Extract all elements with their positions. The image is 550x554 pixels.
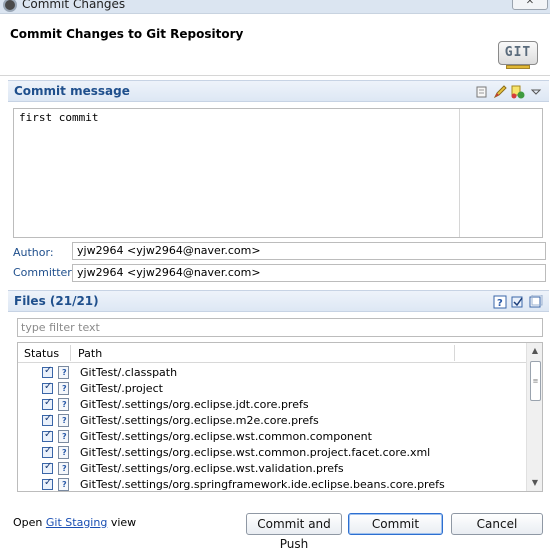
- deselect-all-icon[interactable]: [529, 294, 543, 309]
- open-prefix: Open: [13, 516, 43, 529]
- table-row[interactable]: GitTest/.settings/org.springframework.id…: [18, 477, 526, 491]
- open-staging-text: Open Git Staging view: [13, 516, 136, 529]
- eclipse-app-icon: [3, 0, 17, 12]
- untracked-file-icon: [58, 414, 69, 427]
- untracked-file-icon: [58, 398, 69, 411]
- file-path: GitTest/.settings/org.eclipse.wst.common…: [80, 446, 431, 459]
- table-row[interactable]: GitTest/.settings/org.eclipse.wst.common…: [18, 445, 526, 461]
- file-path: GitTest/.settings/org.eclipse.m2e.core.p…: [80, 414, 319, 427]
- file-checkbox[interactable]: [42, 365, 53, 378]
- untracked-file-icon: [58, 430, 69, 443]
- untracked-file-icon: [58, 446, 69, 459]
- file-path: GitTest/.settings/org.eclipse.wst.valida…: [80, 462, 344, 475]
- edit-icon[interactable]: [493, 85, 507, 99]
- select-all-icon[interactable]: [511, 295, 525, 309]
- dialog-header: Commit Changes to Git Repository GIT: [0, 15, 550, 76]
- svg-text:?: ?: [497, 298, 503, 309]
- scroll-down-icon[interactable]: ▼: [527, 475, 542, 491]
- file-filter-input[interactable]: type filter text: [17, 318, 543, 337]
- table-row[interactable]: GitTest/.settings/org.eclipse.jdt.core.p…: [18, 397, 526, 413]
- git-staging-link[interactable]: Git Staging: [46, 516, 107, 529]
- file-path: GitTest/.project: [80, 382, 163, 395]
- commit-and-push-button[interactable]: Commit and Push: [246, 513, 342, 551]
- file-path: GitTest/.settings/org.eclipse.wst.common…: [80, 430, 372, 443]
- file-path: GitTest/.classpath: [80, 366, 178, 379]
- signed-off-icon[interactable]: [511, 85, 525, 99]
- untracked-file-icon: [58, 382, 69, 395]
- commit-message-section-header: Commit message: [8, 80, 549, 102]
- commit-message-title: Commit message: [14, 84, 130, 98]
- dropdown-icon[interactable]: [529, 85, 543, 99]
- table-row[interactable]: GitTest/.settings/org.eclipse.m2e.core.p…: [18, 413, 526, 429]
- scroll-thumb[interactable]: ≡: [530, 361, 541, 401]
- file-checkbox[interactable]: [42, 397, 53, 410]
- table-row[interactable]: GitTest/.classpath: [18, 365, 526, 381]
- git-logo-text: GIT: [498, 41, 538, 65]
- commit-message-text: first commit: [19, 111, 99, 124]
- spell-check-icon[interactable]: [475, 85, 489, 99]
- file-rows: GitTest/.classpath GitTest/.project GitTes…: [18, 365, 526, 491]
- window-title: Commit Changes: [22, 0, 126, 11]
- table-row[interactable]: GitTest/.project: [18, 381, 526, 397]
- cancel-button[interactable]: Cancel: [451, 513, 543, 535]
- files-title: Files (21/21): [14, 294, 99, 308]
- author-field[interactable]: yjw2964 <yjw2964@naver.com>: [72, 242, 546, 260]
- file-checkbox[interactable]: [42, 381, 53, 394]
- show-untracked-icon[interactable]: ?: [493, 295, 507, 309]
- scroll-up-icon[interactable]: ▲: [527, 343, 542, 359]
- untracked-file-icon: [58, 366, 69, 379]
- files-section-header: Files (21/21) ?: [8, 290, 549, 312]
- open-suffix: view: [110, 516, 137, 529]
- files-table: Status Path GitTest/.classpath GitTest/.p…: [17, 342, 543, 492]
- committer-label: Committer:: [13, 266, 76, 279]
- commit-button[interactable]: Commit: [348, 513, 443, 535]
- message-margin-ruler: [459, 109, 460, 237]
- file-checkbox[interactable]: [42, 445, 53, 458]
- close-button[interactable]: ✕: [512, 0, 548, 10]
- column-path[interactable]: Path: [78, 347, 102, 360]
- file-checkbox[interactable]: [42, 429, 53, 442]
- dialog-title: Commit Changes to Git Repository: [10, 27, 244, 41]
- untracked-file-icon: [58, 478, 69, 491]
- table-row[interactable]: GitTest/.settings/org.eclipse.wst.valida…: [18, 461, 526, 477]
- commit-message-input[interactable]: first commit: [13, 108, 543, 238]
- file-path: GitTest/.settings/org.springframework.id…: [80, 478, 445, 491]
- untracked-file-icon: [58, 462, 69, 475]
- column-status[interactable]: Status: [24, 347, 59, 360]
- title-bar: Commit Changes ✕: [0, 0, 550, 14]
- file-checkbox[interactable]: [42, 461, 53, 474]
- file-checkbox[interactable]: [42, 413, 53, 426]
- table-header: Status Path: [18, 343, 526, 363]
- table-row[interactable]: GitTest/.settings/org.eclipse.wst.common…: [18, 429, 526, 445]
- file-checkbox[interactable]: [42, 477, 53, 490]
- file-path: GitTest/.settings/org.eclipse.jdt.core.p…: [80, 398, 309, 411]
- files-scrollbar[interactable]: ▲ ≡ ▼: [526, 343, 542, 491]
- git-logo-icon: GIT: [498, 35, 538, 71]
- committer-field[interactable]: yjw2964 <yjw2964@naver.com>: [72, 264, 546, 282]
- author-label: Author:: [13, 246, 54, 259]
